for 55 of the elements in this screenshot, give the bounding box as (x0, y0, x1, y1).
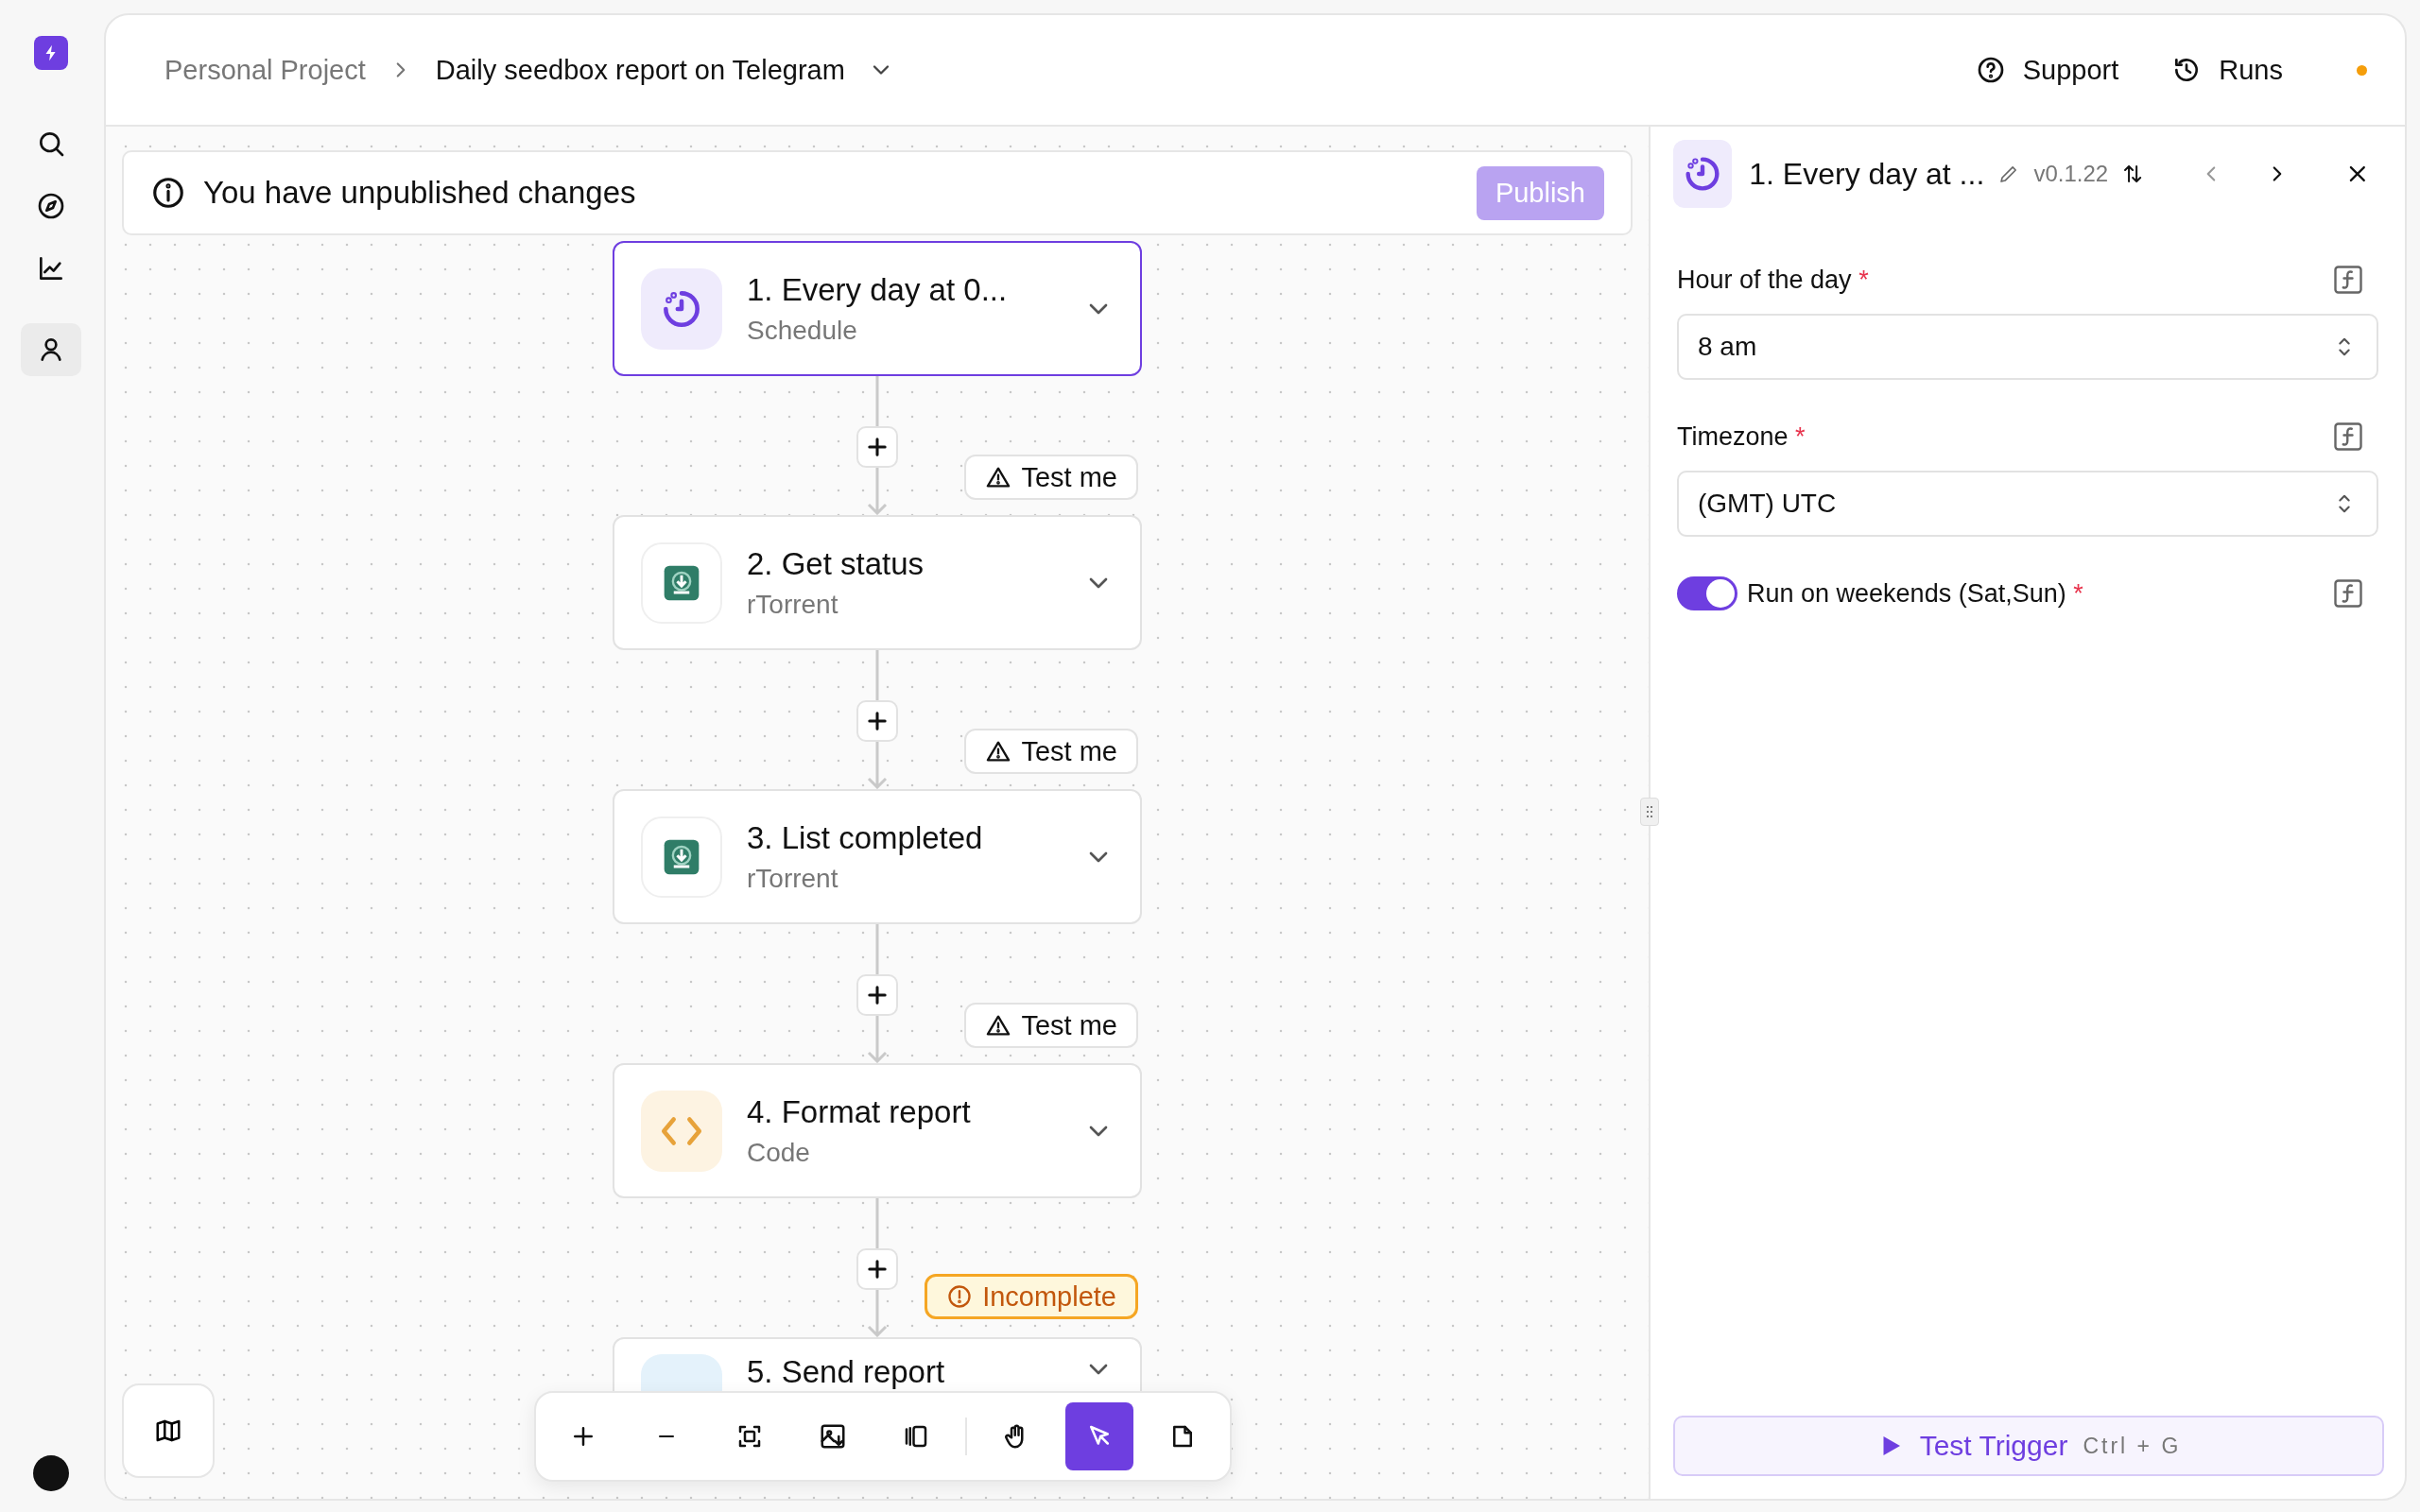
step-title: 4. Format report (747, 1093, 972, 1130)
test-trigger-button[interactable]: Test Trigger Ctrl + G (1673, 1416, 2384, 1476)
step-title: 3. List completed (747, 819, 984, 856)
step-subtitle: Schedule (747, 315, 858, 346)
version-label: v0.1.22 (2033, 161, 2109, 187)
breadcrumb-link[interactable]: Personal Project (164, 54, 366, 86)
flow-name[interactable]: Daily seedbox report on Telegram (435, 54, 845, 86)
field-label: Hour of the day * (1677, 265, 1869, 295)
avatar[interactable] (33, 1455, 69, 1491)
function-icon[interactable] (2331, 420, 2365, 454)
function-icon[interactable] (2331, 263, 2365, 297)
step-card[interactable]: 1. Every day at 0... Schedule (613, 241, 1142, 376)
function-icon[interactable] (2331, 576, 2365, 610)
tool-button[interactable] (1065, 1402, 1133, 1470)
download-icon (641, 816, 722, 898)
add-step-button[interactable] (856, 700, 898, 742)
step-card[interactable]: 3. List completed rTorrent (613, 789, 1142, 924)
minimap-button[interactable] (122, 1383, 215, 1478)
code-icon (641, 1090, 722, 1172)
image-icon (819, 1422, 847, 1451)
sidebar-item[interactable] (21, 323, 81, 376)
download-icon (641, 541, 722, 624)
support-button[interactable]: Support (1971, 46, 2123, 94)
step-card[interactable]: 2. Get status rTorrent (613, 515, 1142, 650)
step-title: 5. Send report (747, 1354, 946, 1390)
field-label: Run on weekends (Sat,Sun) * (1747, 578, 2083, 609)
select-field[interactable]: 8 am (1677, 314, 2378, 380)
compass-icon (36, 191, 66, 221)
add-step-button[interactable] (856, 1248, 898, 1290)
status-dot (2357, 64, 2367, 76)
step-title: 2. Get status (747, 545, 925, 582)
field-label: Timezone * (1677, 421, 1806, 452)
alert-icon (946, 1283, 974, 1310)
test-me-button[interactable]: Test me (964, 455, 1138, 500)
shortcut-hint: Ctrl + G (2083, 1433, 2182, 1459)
clock-icon (641, 267, 722, 350)
info-icon (150, 175, 186, 211)
add-step-button[interactable] (856, 426, 898, 468)
step-title: 1. Every day at 0... (747, 271, 1009, 308)
step-subtitle: rTorrent (747, 863, 839, 894)
runs-button[interactable]: Runs (2168, 46, 2287, 94)
step-card[interactable]: 4. Format report Code (613, 1063, 1142, 1198)
step-subtitle: rTorrent (747, 589, 839, 620)
resize-handle[interactable] (1640, 798, 1659, 826)
notice-text: You have unpublished changes (203, 175, 636, 211)
step-subtitle: Code (747, 1137, 811, 1168)
select-field[interactable]: (GMT) UTC (1677, 471, 2378, 537)
add-step-button[interactable] (856, 974, 898, 1016)
test-me-button[interactable]: Test me (964, 729, 1138, 774)
clock-icon (1673, 140, 1733, 208)
logo-icon[interactable] (34, 36, 68, 70)
test-me-button[interactable]: Test me (964, 1003, 1138, 1048)
incomplete-badge: Incomplete (925, 1274, 1138, 1319)
toggle-switch[interactable] (1677, 576, 1737, 610)
step-title: 1. Every day at ... (1749, 156, 1985, 192)
